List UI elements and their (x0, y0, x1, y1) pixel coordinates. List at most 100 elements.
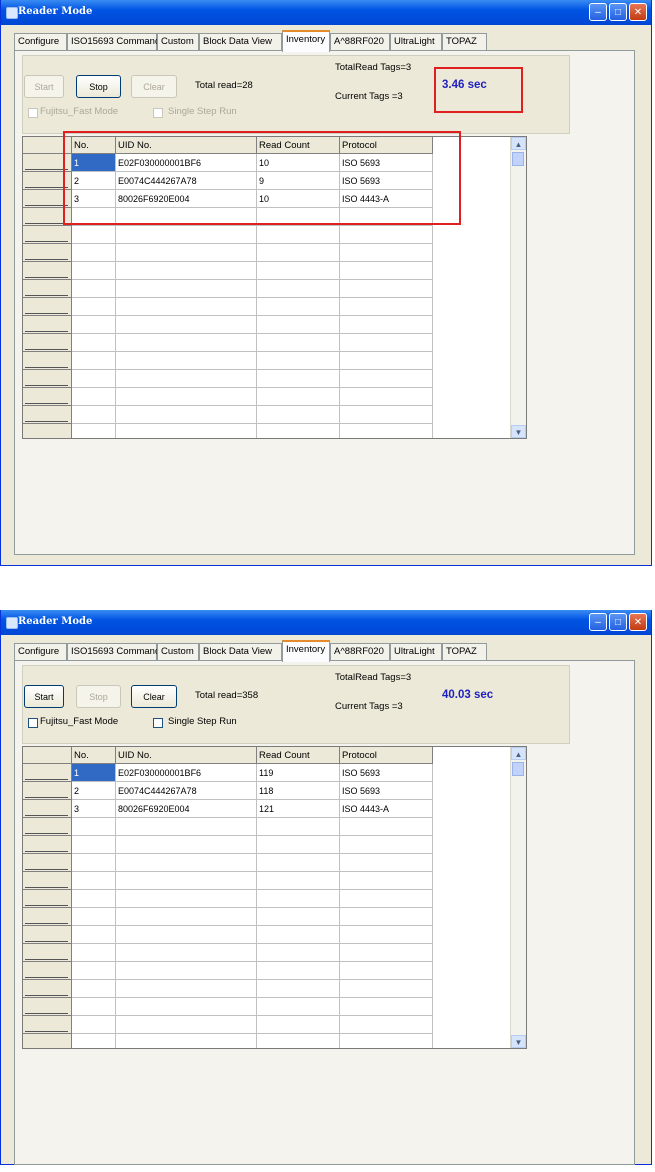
clear-button[interactable]: Clear (131, 685, 177, 708)
empty-cell[interactable] (340, 818, 433, 836)
start-button[interactable]: Start (24, 685, 64, 708)
scroll-down-arrow-icon[interactable]: ▼ (511, 1035, 526, 1048)
empty-cell[interactable] (257, 854, 340, 872)
tab-ultralight[interactable]: UltraLight (390, 643, 442, 660)
empty-cell[interactable] (72, 890, 116, 908)
row-header[interactable] (23, 890, 72, 908)
empty-cell[interactable] (116, 280, 257, 298)
empty-cell[interactable] (116, 334, 257, 352)
tab-ultralight[interactable]: UltraLight (390, 33, 442, 50)
tab-configure[interactable]: Configure (14, 643, 67, 660)
empty-cell[interactable] (257, 926, 340, 944)
tab-iso15693-command[interactable]: ISO15693 Command (67, 643, 160, 660)
empty-cell[interactable] (116, 836, 257, 854)
empty-cell[interactable] (340, 872, 433, 890)
fast-mode-checkbox[interactable] (28, 718, 38, 728)
empty-cell[interactable] (116, 226, 257, 244)
empty-cell[interactable] (340, 926, 433, 944)
close-button[interactable]: ✕ (629, 3, 647, 21)
empty-cell[interactable] (340, 280, 433, 298)
row-header[interactable] (23, 944, 72, 962)
empty-cell[interactable] (116, 980, 257, 998)
empty-cell[interactable] (257, 908, 340, 926)
empty-cell[interactable] (257, 1016, 340, 1034)
empty-cell[interactable] (257, 980, 340, 998)
maximize-button[interactable]: □ (609, 3, 627, 21)
empty-cell[interactable] (72, 334, 116, 352)
empty-cell[interactable] (340, 1016, 433, 1034)
empty-cell[interactable] (116, 316, 257, 334)
empty-cell[interactable] (116, 244, 257, 262)
empty-cell[interactable] (72, 998, 116, 1016)
empty-cell[interactable] (72, 226, 116, 244)
empty-cell[interactable] (116, 1034, 257, 1048)
empty-cell[interactable] (72, 836, 116, 854)
column-header[interactable]: No. (72, 747, 116, 764)
empty-cell[interactable] (257, 226, 340, 244)
empty-cell[interactable] (257, 818, 340, 836)
empty-cell[interactable] (257, 280, 340, 298)
row-header[interactable] (23, 764, 72, 782)
empty-cell[interactable] (116, 262, 257, 280)
empty-cell[interactable] (116, 818, 257, 836)
empty-cell[interactable] (340, 388, 433, 406)
fast-mode-checkbox[interactable] (28, 108, 38, 118)
empty-cell[interactable] (340, 406, 433, 424)
empty-cell[interactable] (72, 370, 116, 388)
vertical-scrollbar[interactable]: ▲ ▼ (510, 747, 526, 1048)
row-header[interactable] (23, 316, 72, 334)
close-button[interactable]: ✕ (629, 613, 647, 631)
empty-cell[interactable] (257, 424, 340, 438)
empty-cell[interactable] (257, 998, 340, 1016)
row-header[interactable] (23, 998, 72, 1016)
empty-cell[interactable] (340, 370, 433, 388)
empty-cell[interactable] (116, 890, 257, 908)
empty-cell[interactable] (340, 962, 433, 980)
empty-cell[interactable] (116, 370, 257, 388)
empty-cell[interactable] (116, 926, 257, 944)
clear-button[interactable]: Clear (131, 75, 177, 98)
table-cell-count[interactable]: 121 (257, 800, 340, 818)
scroll-thumb[interactable] (512, 762, 524, 776)
empty-cell[interactable] (257, 890, 340, 908)
column-header[interactable]: Read Count (257, 747, 340, 764)
empty-cell[interactable] (257, 962, 340, 980)
empty-cell[interactable] (116, 352, 257, 370)
row-header[interactable] (23, 872, 72, 890)
row-header[interactable] (23, 262, 72, 280)
row-header[interactable] (23, 818, 72, 836)
empty-cell[interactable] (72, 962, 116, 980)
table-cell-uid[interactable]: E02F030000001BF6 (116, 764, 257, 782)
row-header[interactable] (23, 782, 72, 800)
row-header[interactable] (23, 1016, 72, 1034)
empty-cell[interactable] (116, 998, 257, 1016)
empty-cell[interactable] (257, 244, 340, 262)
tab-custom[interactable]: Custom (157, 643, 199, 660)
table-cell-count[interactable]: 119 (257, 764, 340, 782)
table-cell-no[interactable]: 2 (72, 782, 116, 800)
empty-cell[interactable] (257, 370, 340, 388)
row-header[interactable] (23, 424, 72, 438)
stop-button[interactable]: Stop (76, 75, 121, 98)
row-header[interactable] (23, 1034, 72, 1048)
empty-cell[interactable] (257, 334, 340, 352)
empty-cell[interactable] (257, 1034, 340, 1048)
row-header[interactable] (23, 298, 72, 316)
empty-cell[interactable] (72, 244, 116, 262)
row-header[interactable] (23, 406, 72, 424)
empty-cell[interactable] (72, 280, 116, 298)
start-button[interactable]: Start (24, 75, 64, 98)
empty-cell[interactable] (72, 352, 116, 370)
table-cell-no[interactable]: 1 (72, 764, 116, 782)
tab-topaz[interactable]: TOPAZ (442, 33, 487, 50)
table-cell-protocol[interactable]: ISO 5693 (340, 764, 433, 782)
empty-cell[interactable] (72, 908, 116, 926)
row-header[interactable] (23, 962, 72, 980)
row-header[interactable] (23, 280, 72, 298)
empty-cell[interactable] (340, 854, 433, 872)
empty-cell[interactable] (340, 980, 433, 998)
row-header[interactable] (23, 854, 72, 872)
stop-button[interactable]: Stop (76, 685, 121, 708)
tab-block-data-view[interactable]: Block Data View (199, 33, 282, 50)
tab-iso15693-command[interactable]: ISO15693 Command (67, 33, 160, 50)
